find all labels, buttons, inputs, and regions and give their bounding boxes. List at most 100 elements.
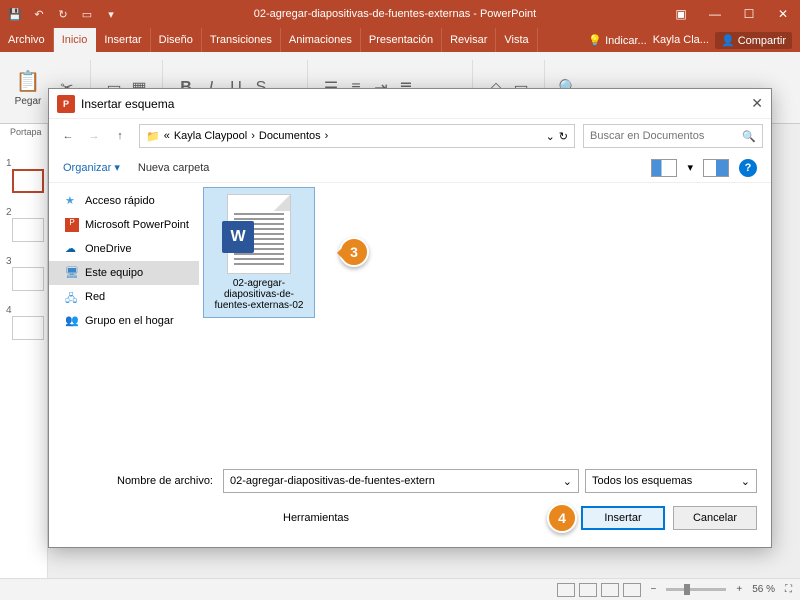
- file-area[interactable]: W 02-agregar-diapositivas-de-fuentes-ext…: [199, 183, 771, 459]
- qat-more-icon[interactable]: ▾: [102, 5, 120, 23]
- zoom-level[interactable]: 56 %: [752, 584, 775, 595]
- close-icon[interactable]: ✕: [766, 0, 800, 28]
- dialog-body: ★Acceso rápido PMicrosoft PowerPoint ☁On…: [49, 183, 771, 459]
- organize-button[interactable]: Organizar ▾: [63, 161, 120, 174]
- group-label-portapapeles: Portapa: [10, 127, 42, 137]
- fit-window-icon[interactable]: ⛶: [785, 584, 792, 595]
- sidebar-item-este-equipo[interactable]: 🖥Este equipo: [49, 261, 199, 285]
- tab-presentacion[interactable]: Presentación: [361, 28, 442, 52]
- network-icon: 🖧: [65, 290, 79, 304]
- slide-thumb-3[interactable]: 3: [4, 256, 43, 291]
- zoom-out-icon[interactable]: −: [651, 584, 657, 595]
- tab-inicio[interactable]: Inicio: [54, 28, 97, 52]
- filename-input[interactable]: 02-agregar-diapositivas-de-fuentes-exter…: [223, 469, 579, 493]
- clipboard-icon: 📋: [16, 69, 41, 94]
- tab-vista[interactable]: Vista: [496, 28, 537, 52]
- zoom-in-icon[interactable]: +: [736, 584, 742, 595]
- star-icon: ★: [65, 194, 79, 208]
- save-icon[interactable]: 💾: [6, 5, 24, 23]
- tab-diseno[interactable]: Diseño: [151, 28, 202, 52]
- share-button[interactable]: 👤 Compartir: [715, 32, 792, 49]
- window-title: 02-agregar-diapositivas-de-fuentes-exter…: [126, 8, 664, 20]
- dialog-close-icon[interactable]: ✕: [751, 95, 763, 112]
- ribbon-options-icon[interactable]: ▣: [664, 0, 698, 28]
- view-options-icon[interactable]: [651, 159, 677, 177]
- slideshow-view-icon[interactable]: [623, 583, 641, 597]
- tab-archivo[interactable]: Archivo: [0, 28, 54, 52]
- forward-icon[interactable]: →: [83, 125, 105, 147]
- tab-revisar[interactable]: Revisar: [442, 28, 496, 52]
- slide-thumb-2[interactable]: 2: [4, 207, 43, 242]
- new-folder-button[interactable]: Nueva carpeta: [138, 162, 210, 174]
- redo-icon[interactable]: ↻: [54, 5, 72, 23]
- breadcrumb-dropdown-icon[interactable]: ⌄: [546, 130, 555, 143]
- search-icon[interactable]: 🔍: [742, 130, 756, 143]
- dialog-sidebar: ★Acceso rápido PMicrosoft PowerPoint ☁On…: [49, 183, 199, 459]
- tab-insertar[interactable]: Insertar: [96, 28, 150, 52]
- user-name[interactable]: Kayla Cla...: [653, 34, 709, 46]
- insert-outline-dialog: P Insertar esquema ✕ ← → ↑ 📁 « Kayla Cla…: [48, 88, 772, 548]
- powerpoint-small-icon: P: [65, 218, 79, 232]
- sorter-view-icon[interactable]: [579, 583, 597, 597]
- search-box[interactable]: 🔍: [583, 124, 763, 148]
- file-item[interactable]: W 02-agregar-diapositivas-de-fuentes-ext…: [203, 187, 315, 318]
- homegroup-icon: 👥: [65, 314, 79, 328]
- minimize-icon[interactable]: —: [698, 0, 732, 28]
- slides-panel: 1 2 3 4: [0, 124, 48, 578]
- tell-me[interactable]: 💡 Indicar...: [588, 34, 646, 47]
- help-icon[interactable]: ?: [739, 159, 757, 177]
- filetype-dropdown-icon[interactable]: ⌄: [741, 475, 750, 488]
- word-file-icon: W: [227, 194, 291, 274]
- tab-animaciones[interactable]: Animaciones: [281, 28, 361, 52]
- statusbar: − + 56 % ⛶: [0, 578, 800, 600]
- start-slideshow-icon[interactable]: ▭: [78, 5, 96, 23]
- dialog-titlebar: P Insertar esquema ✕: [49, 89, 771, 119]
- callout-4: 4: [547, 503, 577, 533]
- sidebar-item-onedrive[interactable]: ☁OneDrive: [49, 237, 199, 261]
- file-name-label: 02-agregar-diapositivas-de-fuentes-exter…: [210, 278, 308, 311]
- preview-pane-icon[interactable]: [703, 159, 729, 177]
- filename-label: Nombre de archivo:: [63, 475, 213, 487]
- undo-icon[interactable]: ↶: [30, 5, 48, 23]
- search-input[interactable]: [590, 130, 742, 142]
- view-buttons: [557, 583, 641, 597]
- ribbon-tabs: Archivo Inicio Insertar Diseño Transicio…: [0, 28, 800, 52]
- breadcrumb-sep2: ›: [325, 130, 329, 142]
- breadcrumb-sep: ›: [251, 130, 255, 142]
- sidebar-item-grupo-hogar[interactable]: 👥Grupo en el hogar: [49, 309, 199, 333]
- monitor-icon: 🖥: [65, 266, 79, 280]
- quick-access-toolbar: 💾 ↶ ↻ ▭ ▾: [0, 5, 126, 23]
- filename-dropdown-icon[interactable]: ⌄: [563, 475, 572, 488]
- titlebar: 💾 ↶ ↻ ▭ ▾ 02-agregar-diapositivas-de-fue…: [0, 0, 800, 28]
- powerpoint-icon: P: [57, 95, 75, 113]
- normal-view-icon[interactable]: [557, 583, 575, 597]
- back-icon[interactable]: ←: [57, 125, 79, 147]
- cloud-icon: ☁: [65, 242, 79, 256]
- paste-button[interactable]: 📋 Pegar: [8, 60, 48, 116]
- refresh-icon[interactable]: ↻: [559, 130, 568, 143]
- sidebar-item-acceso-rapido[interactable]: ★Acceso rápido: [49, 189, 199, 213]
- cancel-button[interactable]: Cancelar: [673, 506, 757, 530]
- filetype-select[interactable]: Todos los esquemas ⌄: [585, 469, 757, 493]
- zoom-slider[interactable]: [666, 588, 726, 591]
- breadcrumb[interactable]: 📁 « Kayla Claypool › Documentos › ⌄ ↻: [139, 124, 575, 148]
- up-icon[interactable]: ↑: [109, 125, 131, 147]
- tab-transiciones[interactable]: Transiciones: [202, 28, 281, 52]
- dialog-toolbar: Organizar ▾ Nueva carpeta ▾ ?: [49, 153, 771, 183]
- sidebar-item-powerpoint[interactable]: PMicrosoft PowerPoint: [49, 213, 199, 237]
- callout-3: 3: [339, 237, 369, 267]
- sidebar-item-red[interactable]: 🖧Red: [49, 285, 199, 309]
- slide-thumb-1[interactable]: 1: [4, 158, 43, 193]
- breadcrumb-documentos[interactable]: Documentos: [259, 130, 321, 142]
- dialog-footer: Nombre de archivo: 02-agregar-diapositiv…: [49, 459, 771, 547]
- breadcrumb-kayla[interactable]: Kayla Claypool: [174, 130, 247, 142]
- slide-thumb-4[interactable]: 4: [4, 305, 43, 340]
- insert-button[interactable]: Insertar: [581, 506, 665, 530]
- tools-button[interactable]: Herramientas: [283, 512, 349, 524]
- breadcrumb-chevron: «: [164, 130, 170, 142]
- reading-view-icon[interactable]: [601, 583, 619, 597]
- dialog-nav: ← → ↑ 📁 « Kayla Claypool › Documentos › …: [49, 119, 771, 153]
- window-controls: ▣ — ☐ ✕: [664, 0, 800, 28]
- maximize-icon[interactable]: ☐: [732, 0, 766, 28]
- view-dropdown-icon[interactable]: ▾: [687, 161, 693, 174]
